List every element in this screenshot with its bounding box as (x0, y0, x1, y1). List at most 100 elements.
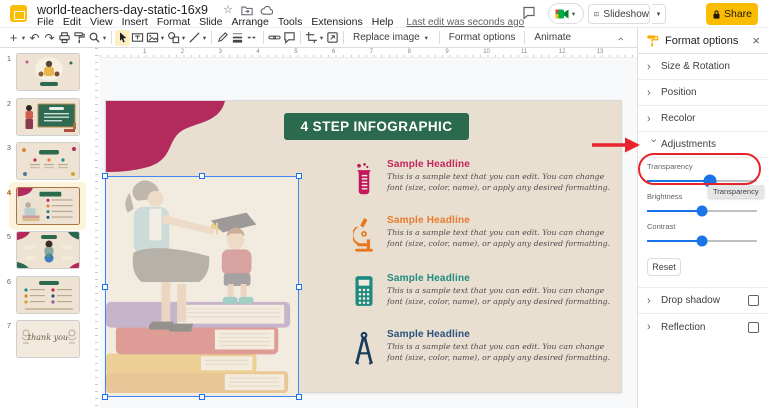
selected-image[interactable] (102, 173, 302, 400)
section-position[interactable]: › Position (638, 80, 768, 106)
select-tool-button[interactable] (115, 29, 130, 46)
item-headline[interactable]: Sample Headline (387, 215, 613, 226)
section-label: Position (661, 87, 697, 98)
slideshow-button[interactable]: Slideshow (588, 4, 650, 24)
border-color-button[interactable] (215, 30, 230, 46)
slider-thumb[interactable] (696, 235, 708, 247)
selection-handle[interactable] (199, 173, 205, 179)
teacher-student-illustration (106, 177, 298, 396)
slide-thumbnail-6[interactable]: 6 (0, 275, 86, 314)
contrast-slider[interactable] (647, 234, 757, 248)
paint-format-button[interactable] (72, 30, 87, 46)
menu-insert[interactable]: Insert (122, 16, 148, 28)
new-slide-button[interactable]: + (6, 30, 21, 46)
border-dash-button[interactable] (245, 30, 260, 46)
menu-arrange[interactable]: Arrange (231, 16, 268, 28)
drop-shadow-checkbox[interactable] (748, 295, 759, 306)
slides-logo-icon[interactable] (10, 5, 27, 22)
selection-handle[interactable] (296, 283, 302, 290)
beaker-icon (353, 159, 379, 211)
slide-thumbnail-1[interactable]: 1 (0, 53, 86, 91)
insert-image-caret[interactable]: ▾ (159, 34, 166, 42)
item-headline[interactable]: Sample Headline (387, 329, 613, 340)
selection-handle[interactable] (102, 394, 108, 400)
section-drop-shadow[interactable]: › Drop shadow (638, 288, 768, 314)
slideshow-options-caret[interactable]: ▾ (652, 4, 666, 24)
insert-link-button[interactable] (267, 30, 282, 46)
menu-extensions[interactable]: Extensions (311, 16, 362, 28)
section-adjustments[interactable]: › Adjustments (638, 132, 768, 158)
item-body[interactable]: This is a sample text that you can edit.… (387, 286, 613, 308)
menu-help[interactable]: Help (372, 16, 394, 28)
insert-image-button[interactable] (145, 30, 160, 46)
slide-thumbnail-5[interactable]: 5 (0, 231, 86, 269)
menu-view[interactable]: View (90, 16, 113, 28)
section-reflection[interactable]: › Reflection (638, 314, 768, 340)
share-button[interactable]: Share (706, 3, 758, 25)
format-options-panel: Format options × › Size & Rotation › Pos… (637, 28, 768, 408)
slider-track[interactable] (647, 180, 757, 182)
star-icon[interactable]: ☆ (223, 4, 233, 16)
slide-thumbnail-3[interactable]: 3 (0, 142, 86, 180)
slide-thumbnail-7[interactable]: 7 thank you (0, 320, 86, 358)
menu-format[interactable]: Format (157, 16, 190, 28)
zoom-caret[interactable]: ▾ (101, 34, 108, 42)
reset-button[interactable]: Reset (647, 258, 681, 276)
last-edit-status[interactable]: Last edit was seconds ago (406, 17, 524, 28)
slide-thumbnail-4[interactable]: 4 (0, 181, 87, 230)
slide-thumbnail-2[interactable]: 2 (0, 97, 86, 136)
horizontal-ruler: 1 2 3 4 5 6 7 8 9 10 11 12 13 (100, 48, 637, 58)
crop-caret[interactable]: ▾ (318, 34, 325, 42)
step-item-1[interactable]: Sample Headline This is a sample text th… (353, 159, 611, 211)
toolbar-separator (524, 31, 526, 44)
print-button[interactable] (57, 30, 72, 46)
step-item-3[interactable]: Sample Headline This is a sample text th… (353, 273, 611, 325)
section-size-rotation[interactable]: › Size & Rotation (638, 54, 768, 80)
slide-canvas[interactable]: 4 STEP INFOGRAPHIC Sample Headline This … (102, 100, 622, 400)
text-box-button[interactable] (130, 30, 145, 46)
redo-button[interactable]: ↷ (42, 30, 57, 46)
item-headline[interactable]: Sample Headline (387, 273, 613, 284)
item-body[interactable]: This is a sample text that you can edit.… (387, 342, 613, 364)
meet-presentation-button[interactable]: ▾ (548, 3, 584, 24)
menu-edit[interactable]: Edit (63, 16, 81, 28)
add-comment-button[interactable] (282, 30, 297, 46)
menu-slide[interactable]: Slide (199, 16, 222, 28)
document-title[interactable]: world-teachers-day-static-16x9 (37, 3, 208, 17)
zoom-button[interactable] (87, 30, 102, 46)
chevron-right-icon: › (647, 86, 651, 99)
menu-file[interactable]: File (37, 16, 54, 28)
close-panel-icon[interactable]: × (752, 34, 760, 47)
selection-handle[interactable] (296, 394, 302, 400)
insert-shape-caret[interactable]: ▾ (180, 34, 187, 42)
animate-button[interactable]: Animate (528, 30, 577, 46)
new-slide-caret[interactable]: ▾ (20, 34, 27, 42)
open-comments-icon[interactable] (522, 6, 536, 24)
item-headline[interactable]: Sample Headline (387, 159, 613, 170)
brightness-slider[interactable] (647, 204, 757, 218)
thumbnail-2-artwork (17, 98, 79, 135)
item-body[interactable]: This is a sample text that you can edit.… (387, 172, 613, 194)
selection-handle[interactable] (102, 173, 108, 179)
selection-handle[interactable] (199, 394, 205, 400)
mask-image-button[interactable] (325, 30, 340, 46)
insert-shape-button[interactable] (166, 30, 181, 46)
section-recolor[interactable]: › Recolor (638, 106, 768, 132)
replace-image-button[interactable]: Replace image ▾ (347, 30, 436, 46)
crop-image-button[interactable] (304, 30, 319, 46)
item-body[interactable]: This is a sample text that you can edit.… (387, 228, 613, 250)
menu-tools[interactable]: Tools (278, 16, 303, 28)
selection-handle[interactable] (296, 173, 302, 179)
selection-handle[interactable] (102, 283, 108, 290)
step-item-4[interactable]: Sample Headline This is a sample text th… (353, 329, 611, 381)
reflection-checkbox[interactable] (748, 321, 759, 333)
hide-menus-icon[interactable]: › (615, 37, 627, 41)
insert-line-button[interactable] (187, 30, 202, 46)
undo-button[interactable]: ↶ (27, 30, 42, 46)
insert-line-caret[interactable]: ▾ (201, 34, 208, 42)
format-options-button[interactable]: Format options (443, 30, 522, 46)
slider-thumb[interactable] (696, 205, 708, 217)
step-item-2[interactable]: Sample Headline This is a sample text th… (351, 215, 613, 267)
slide-title-banner[interactable]: 4 STEP INFOGRAPHIC (284, 113, 469, 140)
border-weight-button[interactable] (230, 30, 245, 46)
